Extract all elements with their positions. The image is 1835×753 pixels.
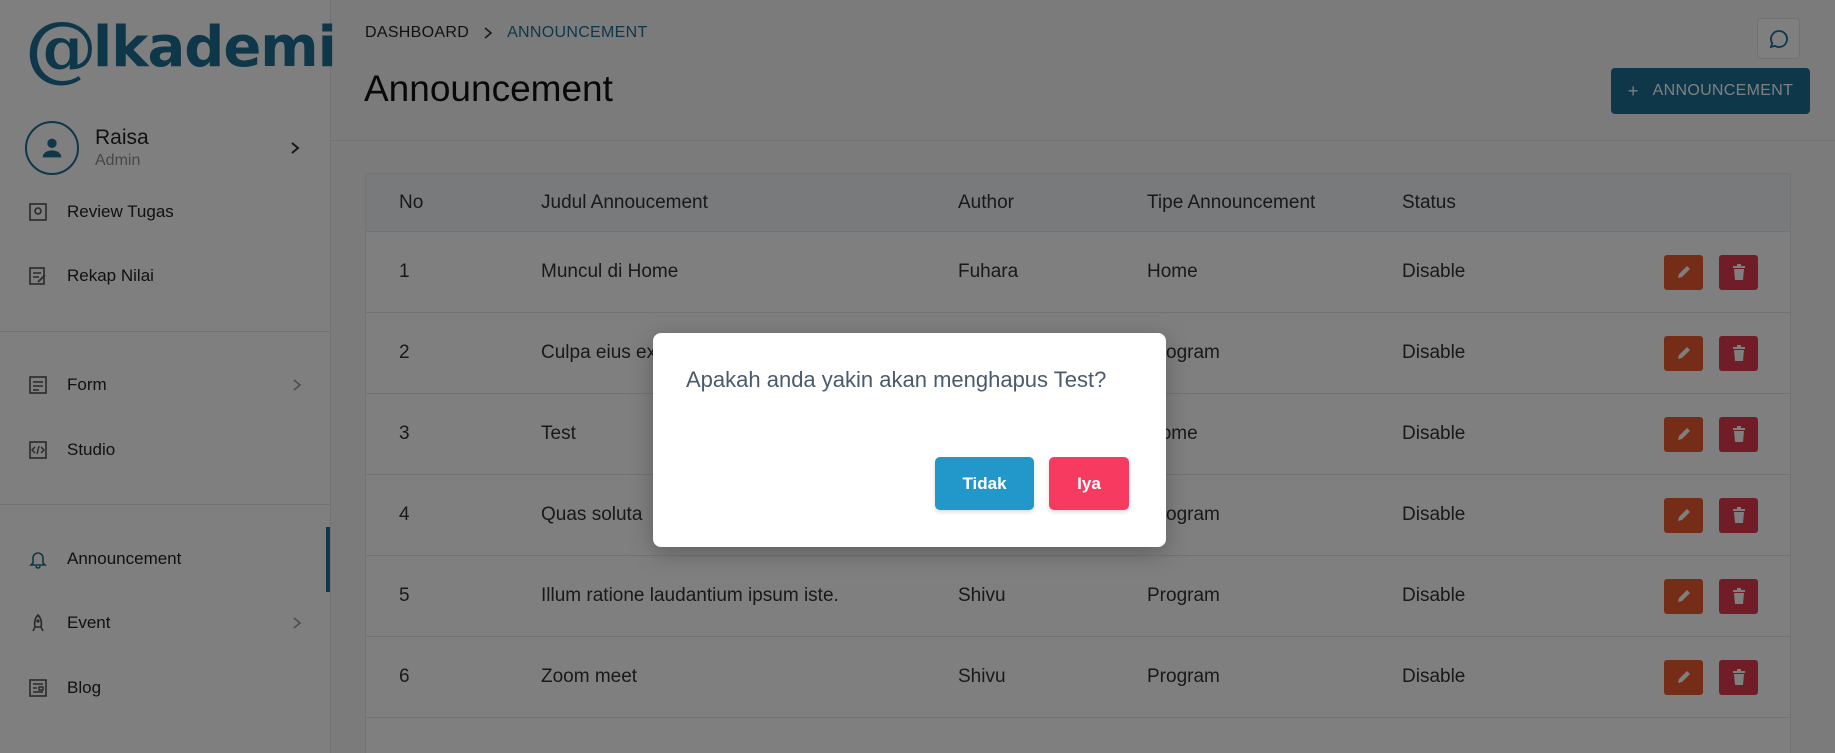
dialog-message: Apakah anda yakin akan menghapus Test? [686,367,1107,392]
confirm-button[interactable]: Iya [1049,457,1129,510]
confirm-delete-dialog: Apakah anda yakin akan menghapus Test? T… [653,333,1166,547]
cancel-button[interactable]: Tidak [935,457,1034,510]
